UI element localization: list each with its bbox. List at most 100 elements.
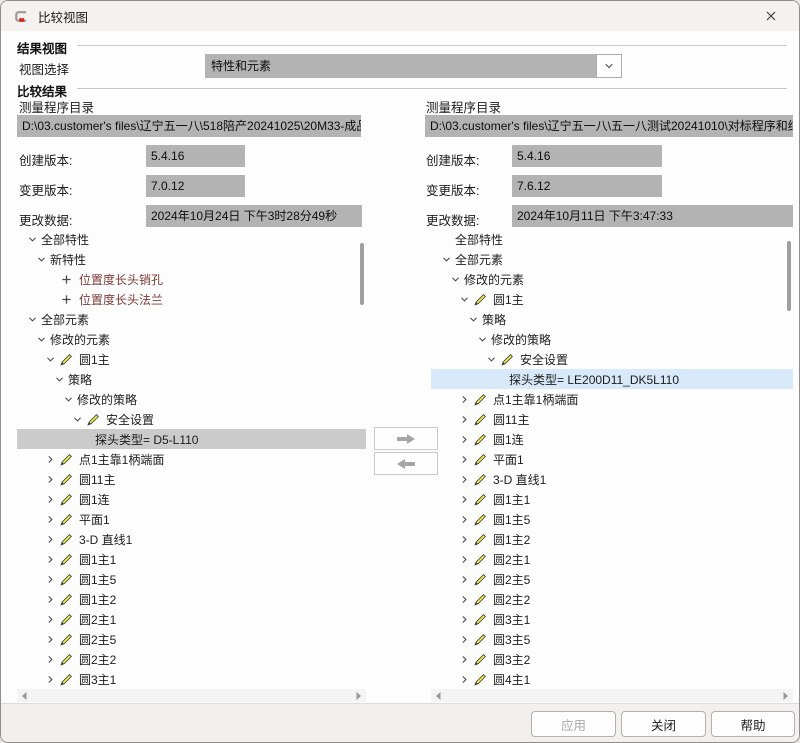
chevron-right-icon[interactable] xyxy=(457,452,471,466)
chevron-right-icon[interactable] xyxy=(457,492,471,506)
help-button[interactable]: 帮助 xyxy=(711,711,795,737)
chevron-down-icon[interactable] xyxy=(70,412,84,426)
tree-row[interactable]: 探头类型= D5-L110 xyxy=(17,429,366,449)
chevron-right-icon[interactable] xyxy=(457,432,471,446)
right-vertical-scrollbar[interactable] xyxy=(787,241,791,311)
chevron-right-icon[interactable] xyxy=(43,632,57,646)
chevron-down-icon[interactable] xyxy=(466,312,480,326)
tree-row[interactable]: 圆3主1 xyxy=(431,609,793,629)
tree-row[interactable]: 点1主靠1柄端面 xyxy=(431,389,793,409)
tree-row[interactable]: 新特性 xyxy=(17,249,366,269)
right-horizontal-scrollbar[interactable] xyxy=(431,689,793,702)
chevron-right-icon[interactable] xyxy=(43,572,57,586)
tree-row[interactable]: 圆1连 xyxy=(431,429,793,449)
tree-row[interactable]: 全部特性 xyxy=(431,229,793,249)
tree-row[interactable]: 圆2主2 xyxy=(17,649,366,669)
chevron-right-icon[interactable] xyxy=(457,552,471,566)
tree-row[interactable]: 圆1连 xyxy=(17,489,366,509)
chevron-down-icon[interactable] xyxy=(484,352,498,366)
chevron-right-icon[interactable] xyxy=(43,452,57,466)
tree-row[interactable]: 3-D 直线1 xyxy=(431,469,793,489)
tree-row[interactable]: 策略 xyxy=(431,309,793,329)
tree-row[interactable]: 圆2主2 xyxy=(431,589,793,609)
chevron-right-icon[interactable] xyxy=(43,532,57,546)
tree-row[interactable]: 圆1主1 xyxy=(17,549,366,569)
chevron-right-icon[interactable] xyxy=(457,612,471,626)
tree-row[interactable]: 探头类型= LE200D11_DK5L110 xyxy=(431,369,793,389)
dropdown-button[interactable] xyxy=(596,54,622,78)
chevron-down-icon[interactable] xyxy=(34,252,48,266)
transfer-left-button[interactable] xyxy=(374,452,438,475)
tree-row[interactable]: 圆1主 xyxy=(17,349,366,369)
tree-row[interactable]: 全部元素 xyxy=(17,309,366,329)
tree-row[interactable]: 圆1主1 xyxy=(431,489,793,509)
chevron-down-icon[interactable] xyxy=(439,252,453,266)
chevron-down-icon[interactable] xyxy=(34,332,48,346)
chevron-right-icon[interactable] xyxy=(457,592,471,606)
tree-row[interactable]: 圆2主1 xyxy=(17,609,366,629)
chevron-down-icon[interactable] xyxy=(457,292,471,306)
chevron-right-icon[interactable] xyxy=(457,532,471,546)
tree-row[interactable]: 全部特性 xyxy=(17,229,366,249)
tree-row[interactable]: 圆2主5 xyxy=(431,569,793,589)
tree-row[interactable]: 修改的策略 xyxy=(17,389,366,409)
tree-row[interactable]: 平面1 xyxy=(431,449,793,469)
chevron-down-icon[interactable] xyxy=(61,392,75,406)
tree-row[interactable]: 圆1主5 xyxy=(431,509,793,529)
tree-row[interactable]: 全部元素 xyxy=(431,249,793,269)
tree-row[interactable]: 安全设置 xyxy=(17,409,366,429)
chevron-right-icon[interactable] xyxy=(43,472,57,486)
tree-row[interactable]: 安全设置 xyxy=(431,349,793,369)
view-select-dropdown[interactable]: 特性和元素 xyxy=(205,54,622,78)
chevron-down-icon[interactable] xyxy=(25,312,39,326)
tree-row[interactable]: 圆2主5 xyxy=(17,629,366,649)
chevron-right-icon[interactable] xyxy=(457,472,471,486)
tree-row[interactable]: 圆4主1 xyxy=(431,669,793,689)
tree-row[interactable]: 圆3主1 xyxy=(17,669,366,689)
tree-row[interactable]: 策略 xyxy=(17,369,366,389)
scroll-left-icon[interactable] xyxy=(434,691,442,701)
chevron-right-icon[interactable] xyxy=(457,672,471,686)
tree-row[interactable]: 平面1 xyxy=(17,509,366,529)
tree-row[interactable]: 点1主靠1柄端面 xyxy=(17,449,366,469)
tree-row[interactable]: 圆3主2 xyxy=(431,649,793,669)
tree-row[interactable]: 圆11主 xyxy=(431,409,793,429)
chevron-down-icon[interactable] xyxy=(475,332,489,346)
chevron-right-icon[interactable] xyxy=(43,592,57,606)
chevron-right-icon[interactable] xyxy=(457,512,471,526)
chevron-down-icon[interactable] xyxy=(52,372,66,386)
tree-row[interactable]: 修改的元素 xyxy=(431,269,793,289)
chevron-right-icon[interactable] xyxy=(457,412,471,426)
tree-row[interactable]: 修改的策略 xyxy=(431,329,793,349)
tree-row[interactable]: 圆1主2 xyxy=(17,589,366,609)
scroll-left-icon[interactable] xyxy=(20,691,28,701)
scroll-right-icon[interactable] xyxy=(782,691,790,701)
chevron-right-icon[interactable] xyxy=(43,612,57,626)
tree-row[interactable]: 圆1主 xyxy=(431,289,793,309)
chevron-right-icon[interactable] xyxy=(457,392,471,406)
chevron-right-icon[interactable] xyxy=(43,512,57,526)
chevron-right-icon[interactable] xyxy=(457,652,471,666)
close-button[interactable] xyxy=(749,1,793,31)
tree-row[interactable]: 圆3主5 xyxy=(431,629,793,649)
tree-row[interactable]: 圆2主1 xyxy=(431,549,793,569)
transfer-right-button[interactable] xyxy=(374,427,438,450)
left-horizontal-scrollbar[interactable] xyxy=(17,689,366,702)
chevron-right-icon[interactable] xyxy=(43,672,57,686)
tree-row[interactable]: 圆1主5 xyxy=(17,569,366,589)
close-dialog-button[interactable]: 关闭 xyxy=(621,711,706,737)
tree-row[interactable]: 修改的元素 xyxy=(17,329,366,349)
tree-row[interactable]: 圆1主2 xyxy=(431,529,793,549)
tree-row[interactable]: 圆11主 xyxy=(17,469,366,489)
chevron-right-icon[interactable] xyxy=(457,572,471,586)
chevron-right-icon[interactable] xyxy=(43,552,57,566)
chevron-right-icon[interactable] xyxy=(43,492,57,506)
tree-row[interactable]: 3-D 直线1 xyxy=(17,529,366,549)
chevron-down-icon[interactable] xyxy=(448,272,462,286)
chevron-right-icon[interactable] xyxy=(43,652,57,666)
chevron-right-icon[interactable] xyxy=(457,632,471,646)
tree-row[interactable]: 位置度长头销孔 xyxy=(17,269,366,289)
left-vertical-scrollbar[interactable] xyxy=(360,243,364,305)
chevron-down-icon[interactable] xyxy=(43,352,57,366)
scroll-right-icon[interactable] xyxy=(355,691,363,701)
